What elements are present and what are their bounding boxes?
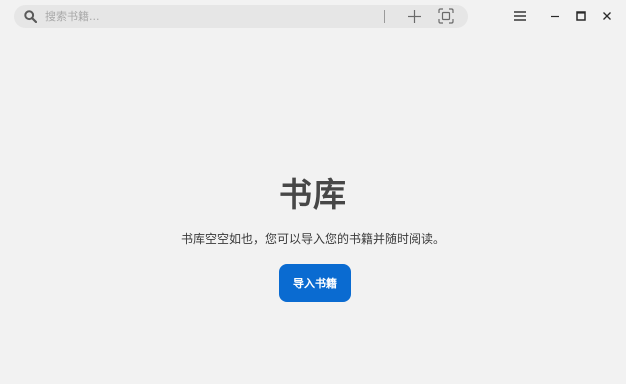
hamburger-menu-icon[interactable] bbox=[513, 10, 527, 22]
search-icon bbox=[24, 10, 37, 23]
library-title: 书库 bbox=[279, 175, 347, 214]
app-window: 书库 书库空空如也，您可以导入您的书籍并随时阅读。 导入书籍 bbox=[0, 0, 626, 384]
search-bar bbox=[14, 5, 468, 28]
library-empty-description: 书库空空如也，您可以导入您的书籍并随时阅读。 bbox=[180, 232, 445, 246]
minimize-icon[interactable] bbox=[548, 9, 562, 23]
search-input[interactable] bbox=[45, 7, 375, 26]
search-divider bbox=[384, 10, 385, 23]
import-books-button[interactable]: 导入书籍 bbox=[279, 264, 351, 302]
plus-icon[interactable] bbox=[407, 9, 422, 24]
scan-icon[interactable] bbox=[438, 8, 454, 24]
close-icon[interactable] bbox=[600, 9, 614, 23]
maximize-icon[interactable] bbox=[574, 9, 588, 23]
